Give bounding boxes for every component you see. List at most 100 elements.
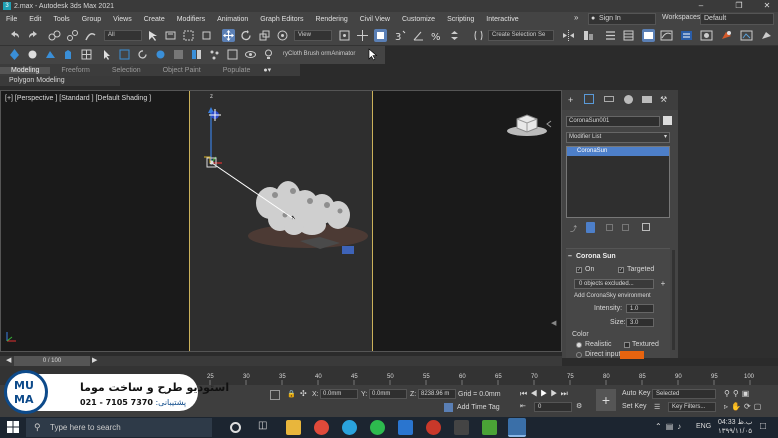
go-to-end-icon[interactable]: ⏭ <box>561 389 571 398</box>
workspace-dropdown[interactable]: Default <box>700 13 774 25</box>
link-icon[interactable] <box>48 29 61 42</box>
notifications-icon[interactable]: □ <box>760 421 766 432</box>
cloth-brush-text[interactable]: ryCloth Brush ormAnimator <box>283 51 355 57</box>
realistic-radio[interactable] <box>576 342 582 348</box>
sun-color-swatch[interactable] <box>620 351 644 359</box>
window-crossing-icon[interactable] <box>200 29 213 42</box>
material-editor-icon[interactable] <box>700 29 713 42</box>
menu-modifiers[interactable]: Modifiers <box>171 16 211 23</box>
menu-civil-view[interactable]: Civil View <box>354 16 396 23</box>
mirror-icon[interactable] <box>562 29 575 42</box>
intensity-spinner[interactable]: 1.0 <box>626 304 654 313</box>
object-name-field[interactable]: CoronaSun001 <box>566 116 660 127</box>
rollout-title[interactable]: Corona Sun <box>576 253 616 260</box>
x-coordinate-field[interactable]: 0.0mm <box>320 389 358 399</box>
next-frame-icon[interactable]: ▶ <box>550 389 560 398</box>
close-button[interactable]: ✕ <box>756 0 778 12</box>
tab-populate[interactable]: Populate <box>212 67 262 74</box>
volume-icon[interactable]: ♪ <box>677 422 685 431</box>
objects-excluded-button[interactable]: 0 objects excluded... <box>574 279 654 289</box>
direct-input-radio[interactable] <box>576 352 582 358</box>
app-green-c-icon[interactable] <box>482 420 497 435</box>
make-unique-icon[interactable] <box>606 224 613 231</box>
field-of-view-icon[interactable]: ▹ <box>724 402 731 411</box>
go-to-start-icon[interactable]: ⏮ <box>520 389 530 398</box>
undo-icon[interactable] <box>8 29 21 42</box>
select-object-icon[interactable] <box>146 29 159 42</box>
cortana-icon[interactable] <box>230 422 241 433</box>
hierarchy-tab-icon[interactable] <box>604 96 614 102</box>
tab-modeling[interactable]: Modeling <box>0 66 51 74</box>
curve-editor-icon[interactable] <box>660 29 673 42</box>
time-slider-prev-icon[interactable]: ◀ <box>6 356 11 364</box>
rect-selection-icon[interactable] <box>182 29 195 42</box>
motion-tab-icon[interactable] <box>624 95 633 104</box>
modify-tab-icon[interactable] <box>584 94 594 104</box>
menu-rendering[interactable]: Rendering <box>309 16 353 23</box>
telegram-icon[interactable] <box>342 420 357 435</box>
textured-checkbox[interactable] <box>624 342 630 348</box>
key-filters-button[interactable]: Key Filters... <box>668 402 716 412</box>
snaps-toggle-icon[interactable]: 3 <box>394 29 407 43</box>
auto-key-button[interactable]: Auto Key <box>622 390 650 397</box>
tab-object-paint[interactable]: Object Paint <box>152 67 212 74</box>
time-slider[interactable]: ◀ 0 / 100 ▶ <box>0 356 562 366</box>
layer-explorer-icon[interactable] <box>622 29 635 42</box>
rollout-collapse-icon[interactable]: – <box>568 253 572 260</box>
place-icon[interactable] <box>276 29 289 42</box>
play-icon[interactable]: ▶ <box>540 389 550 398</box>
paint-tool-icon[interactable] <box>8 48 21 61</box>
set-key-big-button[interactable]: + <box>596 389 616 411</box>
object-color-swatch[interactable] <box>663 116 672 125</box>
zoom-icon[interactable]: ⚲ <box>724 389 733 398</box>
zoom-extents-icon[interactable]: ▣ <box>742 389 753 398</box>
current-frame-field[interactable]: 0 <box>534 402 572 412</box>
material-tool-icon[interactable] <box>154 48 167 61</box>
time-slider-next-icon[interactable]: ▶ <box>92 356 97 364</box>
ref-coord-dropdown[interactable]: View <box>294 30 332 41</box>
schematic-view-icon[interactable] <box>680 29 693 42</box>
menu-file[interactable]: File <box>0 16 23 23</box>
menu-animation[interactable]: Animation <box>211 16 254 23</box>
stack-item-coronasun[interactable]: CoronaSun <box>567 147 669 156</box>
percent-snap-icon[interactable]: % <box>430 29 443 43</box>
add-time-tag-button[interactable]: Add Time Tag <box>457 404 500 411</box>
sign-in-dropdown[interactable]: ● Sign In <box>588 13 656 25</box>
menu-interactive[interactable]: Interactive <box>480 16 524 23</box>
task-view-icon[interactable]: ◫ <box>258 420 273 435</box>
select-by-name-icon[interactable] <box>164 29 177 42</box>
viewport-label[interactable]: [+] [Perspective ] [Standard ] [Default … <box>5 95 151 102</box>
scatter-tool-icon[interactable] <box>208 48 221 61</box>
windows-start-icon[interactable] <box>7 421 19 435</box>
edit-named-selection-icon[interactable] <box>472 29 485 42</box>
angle-snap-icon[interactable] <box>412 29 425 42</box>
select-region-tool-icon[interactable] <box>118 48 131 61</box>
key-mode-icon[interactable]: ⇤ <box>520 402 526 410</box>
network-icon[interactable]: ▤ <box>666 422 678 431</box>
taskbar-search-box[interactable]: ⚲ Type here to search <box>26 418 212 437</box>
remove-modifier-icon[interactable] <box>622 224 629 231</box>
menu-scripting[interactable]: Scripting <box>441 16 480 23</box>
command-panel-scrollbar[interactable] <box>672 250 675 350</box>
pan-icon[interactable]: ✋ <box>731 402 744 411</box>
utilities-tab-icon[interactable]: ⚒ <box>660 95 667 104</box>
maximize-button[interactable]: ❐ <box>728 0 750 12</box>
refresh-tool-icon[interactable] <box>136 48 149 61</box>
keyboard-shortcut-toggle-icon[interactable] <box>374 29 387 42</box>
render-production-icon[interactable] <box>760 29 773 42</box>
pin-stack-icon[interactable]: ⤴ <box>570 224 577 234</box>
menu-edit[interactable]: Edit <box>23 16 47 23</box>
layout-tool-icon[interactable] <box>190 48 203 61</box>
redo-icon[interactable] <box>27 29 40 42</box>
tray-overflow-icon[interactable]: ⌃ <box>655 422 666 431</box>
cursor-tool-icon[interactable] <box>100 48 113 61</box>
store-icon[interactable] <box>398 420 413 435</box>
sphere-tool-icon[interactable] <box>26 48 39 61</box>
clock-date[interactable]: ۱۳۹۹/۱۱/۰۵ <box>718 427 752 435</box>
create-tab-icon[interactable]: + <box>568 95 573 105</box>
move-icon[interactable] <box>222 29 235 42</box>
rendered-frame-window-icon[interactable] <box>740 29 753 42</box>
scene-explorer-icon[interactable] <box>604 29 617 42</box>
selection-filter-dropdown[interactable]: All <box>104 30 142 41</box>
minimize-button[interactable]: – <box>690 0 712 12</box>
